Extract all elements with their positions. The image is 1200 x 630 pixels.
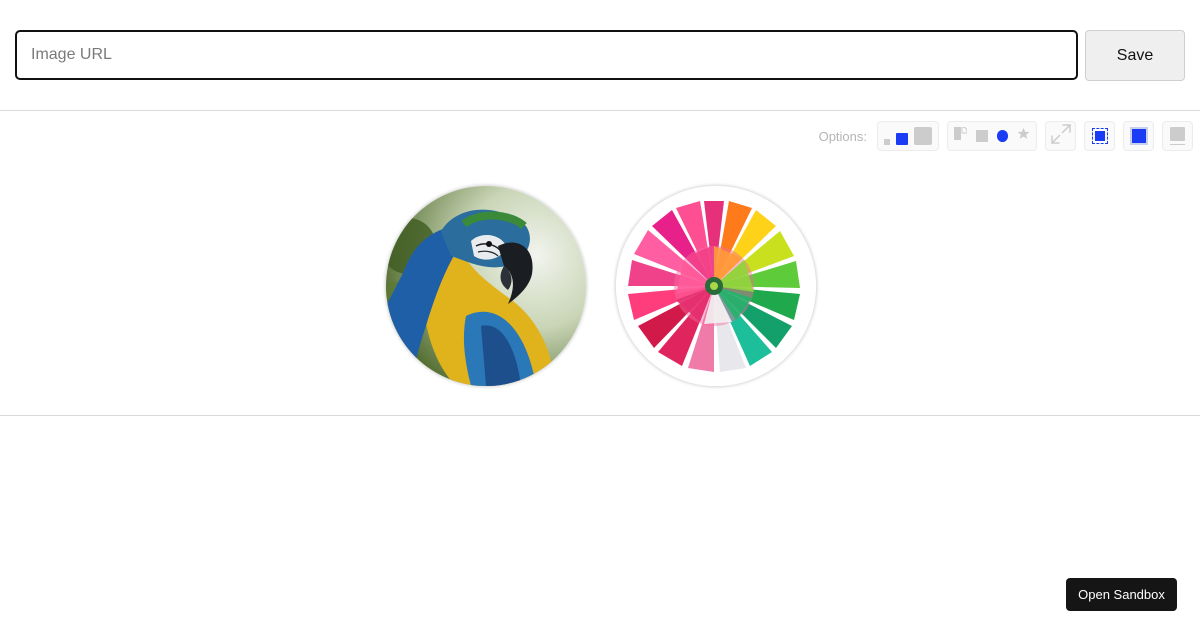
- url-form: Save: [0, 0, 1200, 111]
- flower-image: [616, 186, 816, 386]
- image-url-input[interactable]: [15, 30, 1078, 80]
- open-sandbox-button[interactable]: Open Sandbox: [1066, 578, 1177, 611]
- image-gallery: [0, 111, 1200, 416]
- parrot-image: [386, 186, 586, 386]
- save-button[interactable]: Save: [1085, 30, 1185, 81]
